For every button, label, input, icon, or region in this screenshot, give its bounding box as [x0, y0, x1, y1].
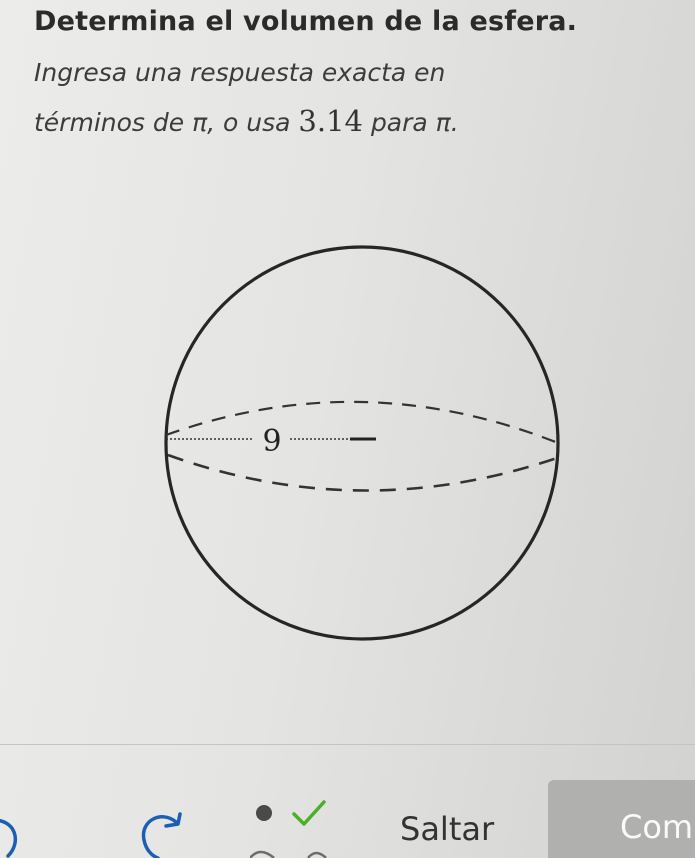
- check-answer-button[interactable]: Com: [548, 780, 695, 858]
- checkmark-icon: [292, 800, 326, 826]
- progress-arc-left: [250, 850, 275, 858]
- sphere-diagram: 9: [164, 245, 561, 641]
- skip-button[interactable]: Saltar: [400, 810, 494, 848]
- instruction-text-3: para π.: [370, 108, 459, 137]
- progress-arc-right: [307, 851, 327, 858]
- radius-label: 9: [262, 424, 281, 459]
- pi-approx-value: 3.14: [298, 104, 363, 138]
- check-answer-label: Com: [620, 808, 694, 846]
- question-title: Determina el volumen de la esfera.: [34, 6, 578, 37]
- sphere-figure: 9: [150, 245, 570, 645]
- equator-front-dashed: [167, 453, 561, 492]
- equator-back-dashed: [165, 400, 559, 445]
- instruction-text-2: términos de π, o usa: [34, 108, 291, 137]
- redo-icon[interactable]: [136, 812, 190, 858]
- question-prompt: Determina el volumen de la esfera. Ingre…: [34, 6, 674, 147]
- undo-icon[interactable]: [0, 812, 36, 858]
- dot-icon: [256, 805, 272, 821]
- progress-indicator: [250, 800, 327, 858]
- sphere-outline: [164, 245, 560, 641]
- question-instruction: Ingresa una respuesta exacta en términos…: [34, 49, 674, 147]
- instruction-text-1: Ingresa una respuesta exacta en: [34, 58, 446, 87]
